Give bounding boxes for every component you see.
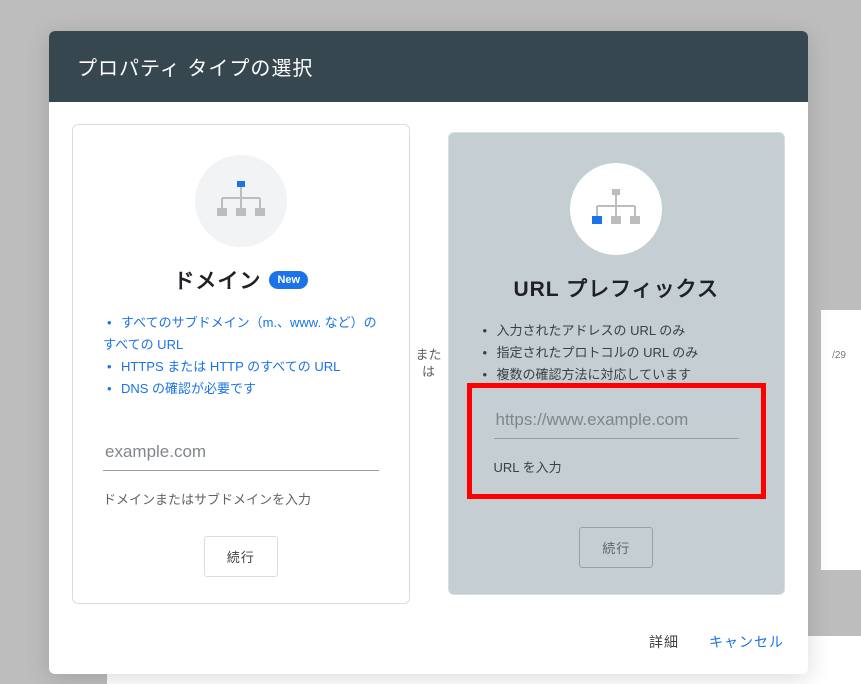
- domain-input[interactable]: [103, 434, 379, 471]
- list-item: 入力されたアドレスの URL のみ: [479, 321, 755, 341]
- domain-continue-button[interactable]: 続行: [204, 536, 278, 577]
- bg-chart-fragment: [821, 310, 861, 570]
- dialog-footer: 詳細 キャンセル: [49, 622, 808, 674]
- list-item: すべての URL: [103, 335, 379, 355]
- dialog-title: プロパティ タイプの選択: [49, 31, 808, 102]
- list-item: すべてのサブドメイン（m.、www. など）の: [103, 313, 379, 333]
- list-item: 複数の確認方法に対応しています: [479, 365, 755, 385]
- cancel-button[interactable]: キャンセル: [709, 632, 784, 652]
- list-item: DNS の確認が必要です: [103, 379, 379, 399]
- url-prefix-property-card[interactable]: URL プレフィックス 入力されたアドレスの URL のみ 指定されたプロトコル…: [448, 132, 786, 595]
- url-input-highlight: URL を入力: [467, 383, 767, 499]
- details-link[interactable]: 詳細: [649, 632, 679, 652]
- domain-property-card[interactable]: ドメイン New すべてのサブドメイン（m.、www. など）の すべての UR…: [72, 124, 410, 604]
- new-badge: New: [269, 271, 308, 289]
- urlprefix-bullet-list: 入力されたアドレスの URL のみ 指定されたプロトコルの URL のみ 複数の…: [479, 321, 755, 387]
- urlprefix-card-title: URL プレフィックス: [513, 273, 719, 303]
- url-input-helper: URL を入力: [494, 457, 740, 476]
- url-input[interactable]: [494, 402, 740, 439]
- domain-card-title: ドメイン: [173, 265, 261, 295]
- list-item: HTTPS または HTTP のすべての URL: [103, 357, 379, 377]
- list-item: 指定されたプロトコルの URL のみ: [479, 343, 755, 363]
- urlprefix-continue-button[interactable]: 続行: [579, 527, 653, 568]
- domain-input-helper: ドメインまたはサブドメインを入力: [103, 489, 379, 508]
- domain-sitemap-icon: [195, 155, 287, 247]
- or-separator: また は: [410, 347, 448, 381]
- domain-bullet-list: すべてのサブドメイン（m.、www. など）の すべての URL HTTPS ま…: [103, 313, 379, 402]
- property-type-dialog: プロパティ タイプの選択 ドメイン New: [49, 31, 808, 674]
- urlprefix-sitemap-icon: [570, 163, 662, 255]
- bg-date-label: /29: [832, 350, 846, 361]
